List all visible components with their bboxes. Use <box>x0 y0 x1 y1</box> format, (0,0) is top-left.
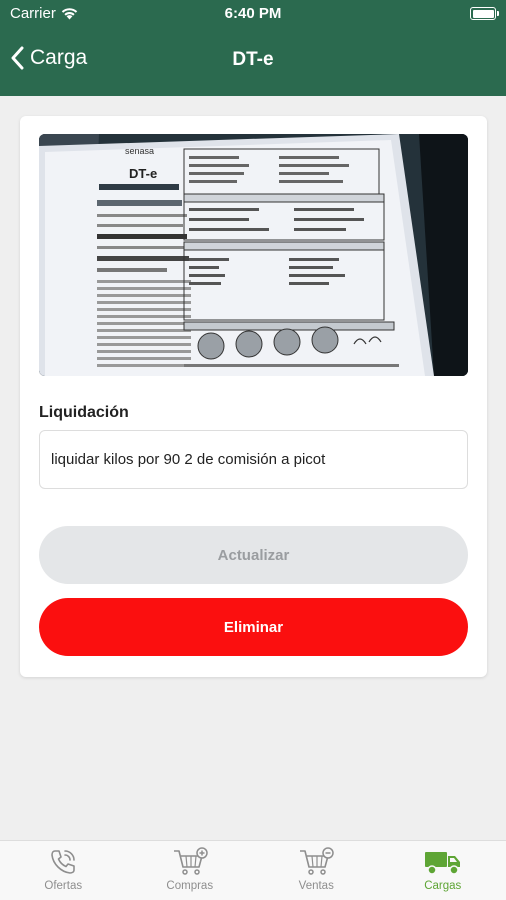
liquidacion-value: liquidar kilos por 90 2 de comisión a pi… <box>51 451 326 468</box>
liquidacion-field[interactable]: liquidar kilos por 90 2 de comisión a pi… <box>39 430 468 489</box>
app-header: Carrier 6:40 PM Carga DT-e <box>0 0 506 96</box>
tab-compras[interactable]: Compras <box>127 841 254 900</box>
doc-logo-text: senasa <box>125 146 154 156</box>
document-photo[interactable]: senasa DT-e <box>39 134 468 376</box>
cargo-card: senasa DT-e Liquidación liquidar kilos p… <box>20 116 487 677</box>
delete-button[interactable]: Eliminar <box>39 598 468 656</box>
liquidacion-label: Liquidación <box>39 404 129 421</box>
tab-cargas[interactable]: Cargas <box>380 841 506 900</box>
truck-icon <box>424 852 460 875</box>
update-button[interactable]: Actualizar <box>39 526 468 584</box>
tab-label: Compras <box>166 880 214 892</box>
tab-label: Ventas <box>298 880 334 892</box>
phone-icon <box>51 850 76 874</box>
status-bar: Carrier 6:40 PM <box>0 0 506 28</box>
nav-bar: Carga DT-e <box>0 38 506 84</box>
tab-ventas[interactable]: Ventas <box>253 841 380 900</box>
tab-ofertas[interactable]: Ofertas <box>0 841 127 900</box>
page-title: DT-e <box>232 49 274 70</box>
cart-minus-icon <box>300 847 334 875</box>
doc-title-text: DT-e <box>129 166 157 181</box>
battery-icon <box>470 7 499 20</box>
status-time: 6:40 PM <box>224 5 282 22</box>
tab-bar: Ofertas Compras Ventas Cargas <box>0 840 506 900</box>
tab-label: Ofertas <box>44 880 83 892</box>
tab-label: Cargas <box>424 880 462 892</box>
cart-plus-icon <box>173 847 208 875</box>
document-image: senasa DT-e <box>39 134 468 376</box>
